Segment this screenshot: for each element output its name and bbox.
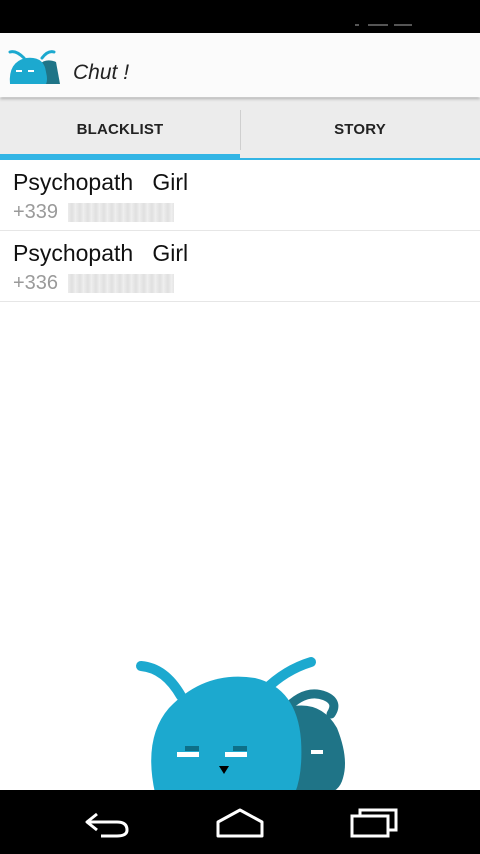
tab-blacklist[interactable]: BLACKLIST xyxy=(0,98,240,160)
list-item[interactable]: Psychopath Girl +336 xyxy=(0,231,480,302)
app-logo-icon xyxy=(8,50,60,84)
contact-number: +339 xyxy=(13,201,59,223)
back-icon[interactable] xyxy=(77,804,137,840)
recent-apps-icon[interactable] xyxy=(344,804,404,840)
status-indicator xyxy=(368,24,388,26)
tab-bar: BLACKLIST STORY xyxy=(0,98,480,160)
contact-number: +336 xyxy=(13,272,59,294)
mascot-illustration xyxy=(136,657,345,793)
status-indicator xyxy=(355,24,359,26)
contact-name: Psychopath Girl xyxy=(13,240,189,266)
navigation-bar xyxy=(0,790,480,854)
home-icon[interactable] xyxy=(210,804,270,840)
status-bar xyxy=(0,0,480,33)
redacted-number xyxy=(68,274,174,293)
status-indicator xyxy=(394,24,412,26)
action-bar: Chut ! xyxy=(0,33,480,97)
contact-name: Psychopath Girl xyxy=(13,169,189,195)
contact-list: Psychopath Girl +339 Psychopath Girl +33… xyxy=(0,160,480,302)
redacted-number xyxy=(68,203,174,222)
app-title: Chut ! xyxy=(73,61,130,84)
list-item[interactable]: Psychopath Girl +339 xyxy=(0,160,480,231)
tab-story[interactable]: STORY xyxy=(240,98,480,160)
